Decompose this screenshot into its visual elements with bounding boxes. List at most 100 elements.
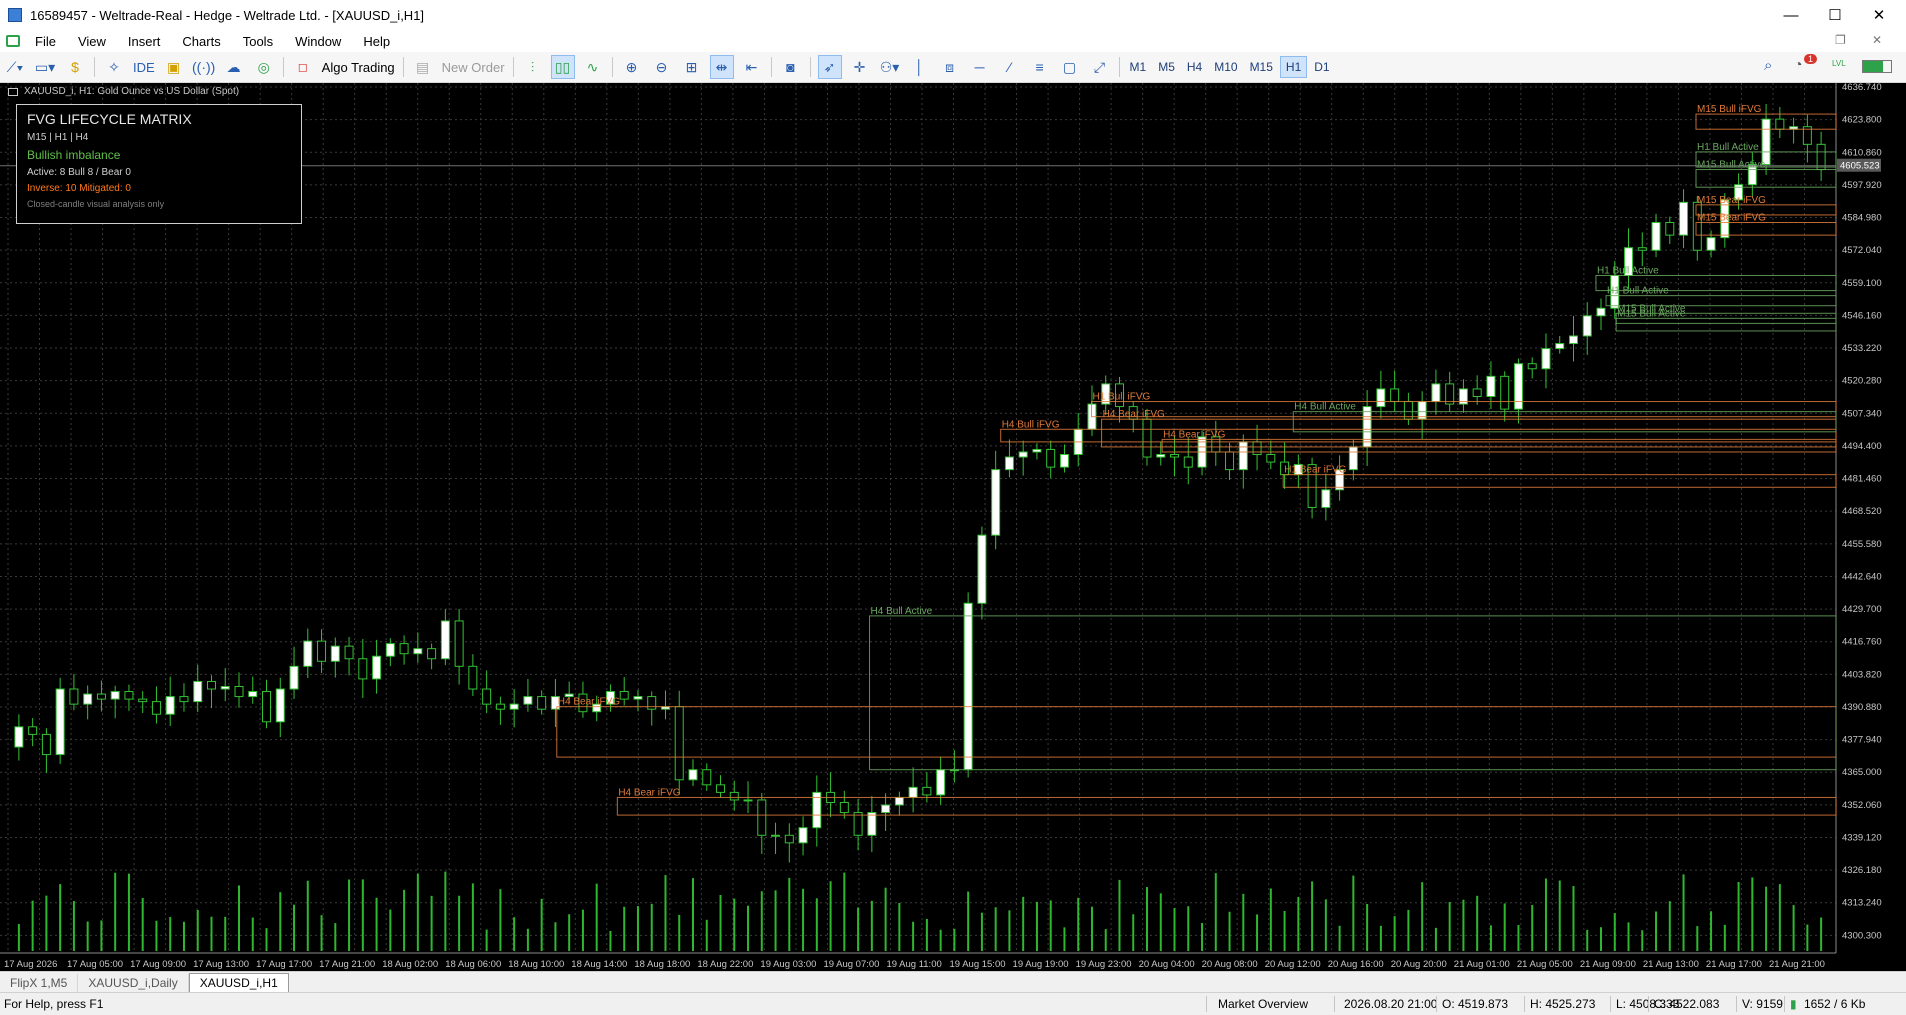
price-axis-label: 4313.240: [1842, 898, 1882, 909]
candle-body: [1004, 456, 1014, 471]
candle-body: [262, 691, 272, 723]
menu-window[interactable]: Window: [284, 34, 352, 49]
strategy-icon[interactable]: ✧: [102, 55, 126, 79]
menu-tools[interactable]: Tools: [232, 34, 284, 49]
candle-body: [509, 703, 519, 710]
candle-body: [248, 691, 258, 698]
candle-body: [28, 726, 38, 735]
chart-type-icon[interactable]: ⟋▾: [3, 55, 27, 79]
time-axis-label: 17 Aug 05:00: [67, 959, 123, 970]
timeframe-h1[interactable]: H1: [1279, 56, 1308, 78]
shapes-icon[interactable]: ▢: [1058, 55, 1082, 79]
menu-help[interactable]: Help: [352, 34, 401, 49]
candlestick-icon[interactable]: ▯▯: [550, 55, 575, 79]
timeframe-m5[interactable]: M5: [1153, 57, 1180, 77]
candle-body: [1541, 348, 1551, 370]
tab-xauusd-daily[interactable]: XAUUSD_i,Daily: [78, 974, 189, 992]
fvg-zone-label: H1 Bear iFVG: [1284, 465, 1346, 476]
candle-body: [358, 658, 368, 680]
menu-charts[interactable]: Charts: [171, 34, 231, 49]
chart-window[interactable]: H4 Bear iFVG H4 Bear iFVG H4 Bull Active H4…: [0, 83, 1906, 971]
timeframe-m15[interactable]: M15: [1245, 57, 1278, 77]
objects-icon[interactable]: ⚇▾: [878, 55, 902, 79]
templates-icon[interactable]: ▭▾: [33, 55, 57, 79]
timeframe-h4[interactable]: H4: [1182, 57, 1207, 77]
close-button[interactable]: ✕: [1856, 0, 1902, 30]
community-icon[interactable]: ◎: [252, 55, 276, 79]
status-traffic: 1652 / 6 Kb: [1804, 997, 1866, 1011]
horizontal-line-icon[interactable]: ─: [968, 55, 992, 79]
search-icon[interactable]: ⌕: [1764, 57, 1772, 74]
candle-body: [908, 786, 918, 798]
timeframe-m10[interactable]: M10: [1209, 57, 1242, 77]
bar-chart-icon[interactable]: ⫶: [521, 55, 545, 79]
candle-body: [482, 688, 492, 705]
candle-body: [151, 701, 161, 715]
maximize-button[interactable]: ☐: [1812, 0, 1858, 30]
zoom-in-icon[interactable]: ⊕: [620, 55, 644, 79]
menu-insert[interactable]: Insert: [117, 34, 172, 49]
candle-body: [963, 602, 973, 771]
candle-body: [1059, 454, 1069, 468]
ide-button[interactable]: IDE: [129, 60, 159, 75]
fvg-zone-box: [869, 615, 1837, 771]
time-axis-label: 17 Aug 13:00: [193, 959, 249, 970]
price-axis-label: 4442.640: [1842, 571, 1882, 582]
algo-trading-button[interactable]: Algo Trading: [318, 60, 399, 75]
new-order-button[interactable]: New Order: [438, 60, 509, 75]
time-axis-label: 18 Aug 14:00: [571, 959, 627, 970]
trendline-icon[interactable]: ⁄: [998, 55, 1022, 79]
screenshot-icon[interactable]: ◙: [779, 55, 803, 79]
time-axis-label: 21 Aug 21:00: [1769, 959, 1825, 970]
status-market-overview[interactable]: Market Overview: [1218, 997, 1308, 1011]
timeframe-m1[interactable]: M1: [1125, 57, 1152, 77]
fvg-zone-label: H1 Bull Active: [1697, 142, 1759, 153]
time-axis-label: 20 Aug 20:00: [1391, 959, 1447, 970]
candle-body: [523, 696, 533, 705]
candle-body: [853, 812, 863, 836]
autoscroll-icon[interactable]: ⇹: [709, 55, 734, 79]
notifications-icon[interactable]: ◔: [1794, 56, 1802, 72]
fvg-zone-box: [1695, 222, 1837, 236]
candle-body: [440, 620, 450, 660]
fibonacci-icon[interactable]: ≡: [1028, 55, 1052, 79]
line-chart-icon[interactable]: ∿: [581, 55, 605, 79]
tab-xauusd-h1[interactable]: XAUUSD_i,H1: [188, 973, 289, 992]
chart-shift-icon[interactable]: ⇤: [740, 55, 764, 79]
candle-body: [124, 691, 134, 700]
zoom-out-icon[interactable]: ⊖: [650, 55, 674, 79]
market-icon[interactable]: $: [63, 55, 87, 79]
candle-body: [41, 733, 51, 756]
child-close-button[interactable]: ✕: [1872, 33, 1882, 47]
vps-icon[interactable]: ☁: [222, 55, 246, 79]
candle-body: [1225, 451, 1235, 471]
signals-icon[interactable]: ((·)): [192, 55, 216, 79]
price-axis-label: 4636.740: [1842, 83, 1882, 93]
menu-view[interactable]: View: [67, 34, 117, 49]
algo-trading-icon[interactable]: ◻: [291, 55, 315, 79]
price-axis-label: 4365.000: [1842, 767, 1882, 778]
candle-body: [1486, 375, 1496, 398]
title-bar: 16589457 - Weltrade-Real - Hedge - Weltr…: [0, 0, 1906, 30]
tile-windows-icon[interactable]: ⊞: [680, 55, 704, 79]
arrows-icon[interactable]: ⤢: [1088, 55, 1112, 79]
minimize-button[interactable]: —: [1768, 0, 1814, 30]
candle-body: [330, 645, 340, 662]
candle-body: [206, 680, 216, 690]
tab-flipx[interactable]: FlipX 1,M5: [0, 974, 79, 992]
menu-file[interactable]: File: [24, 34, 67, 49]
candle-body: [647, 696, 657, 710]
panel-title: FVG LIFECYCLE MATRIX: [27, 111, 192, 127]
timeframe-d1[interactable]: D1: [1309, 57, 1334, 77]
channel-icon[interactable]: ⧈: [938, 55, 962, 79]
child-restore-button[interactable]: ❐: [1835, 33, 1846, 47]
price-axis-label: 4559.100: [1842, 278, 1882, 289]
vertical-line-icon[interactable]: │: [908, 55, 932, 79]
crosshair-icon[interactable]: ✛: [848, 55, 872, 79]
candle-body: [894, 796, 904, 806]
cursor-icon[interactable]: ➶: [817, 55, 842, 79]
fvg-zone-label: H4 Bear iFVG: [1163, 429, 1225, 440]
candle-body: [193, 680, 203, 703]
shop-icon[interactable]: ▣: [162, 55, 186, 79]
candle-body: [96, 693, 106, 700]
